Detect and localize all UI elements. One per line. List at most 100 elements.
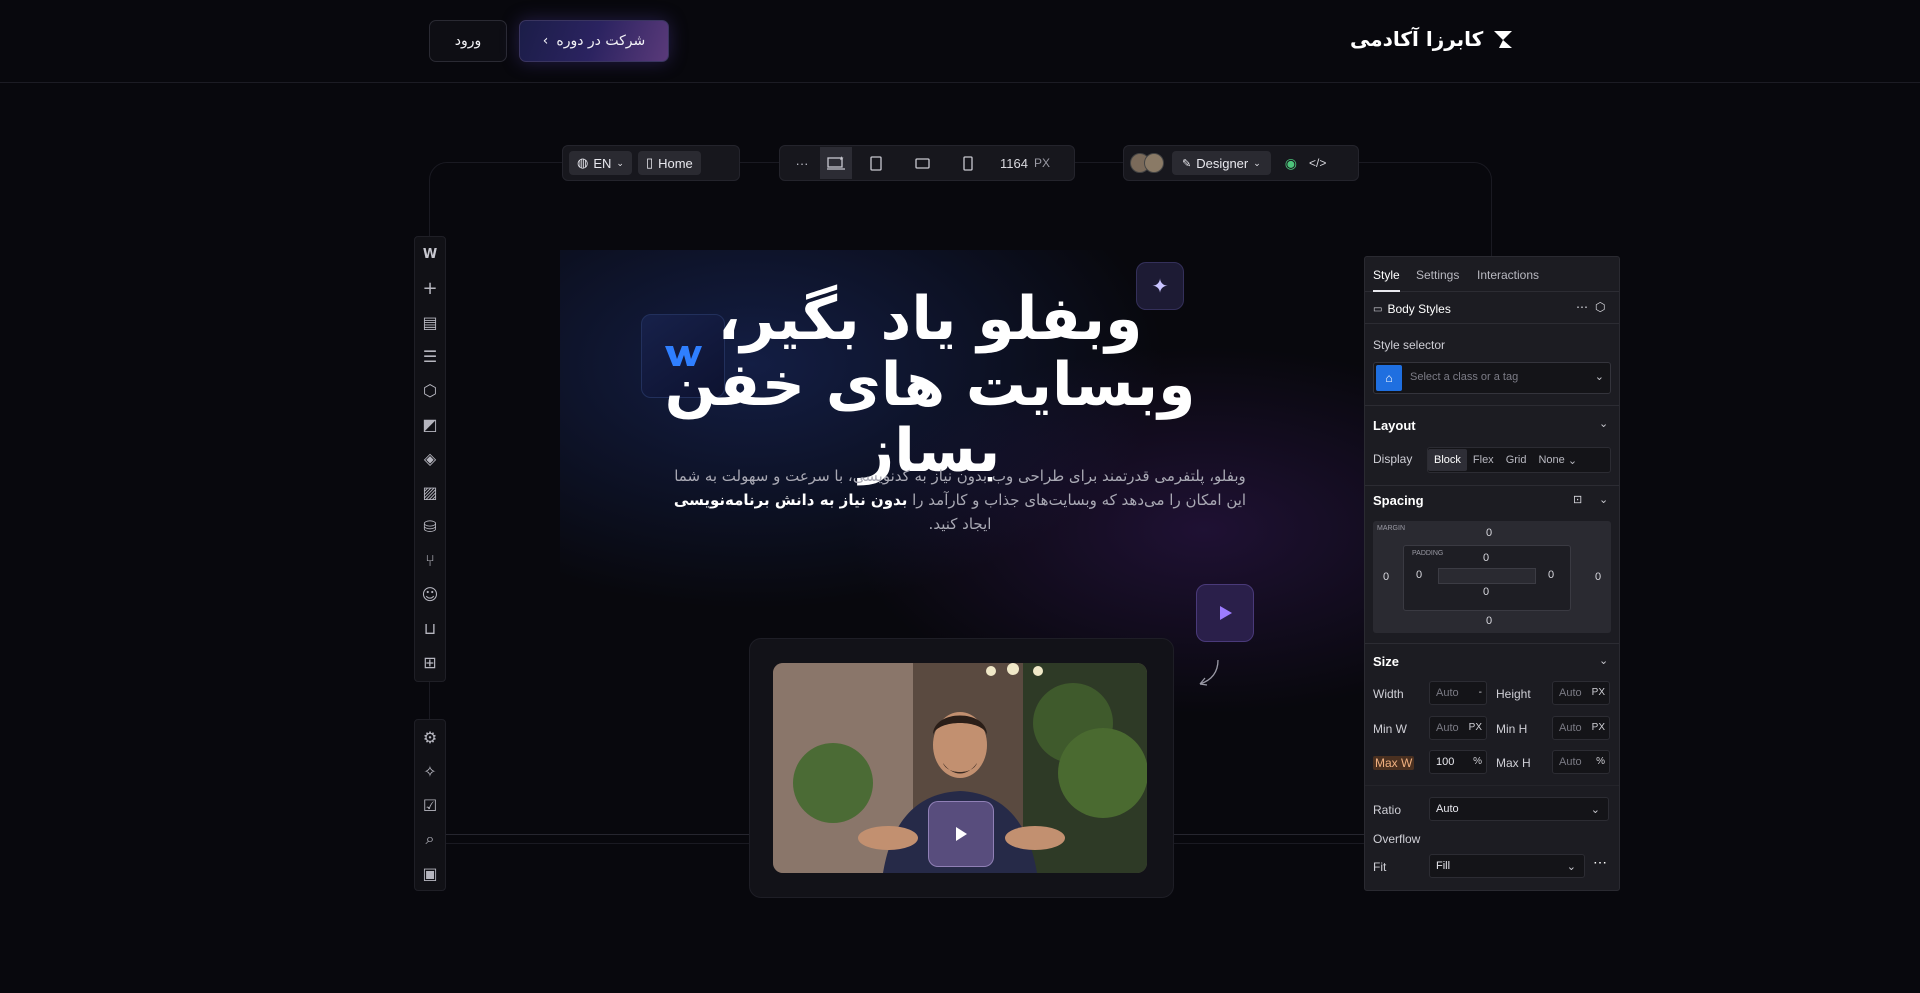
more-options-icon[interactable]: ⋯: [1593, 854, 1607, 871]
tasks-icon[interactable]: ☑: [415, 788, 445, 822]
body-styles-row[interactable]: ▭ Body Styles: [1373, 302, 1451, 316]
left-toolbar: W + ▤ ☰ ⬡ ◩ ◈ ▨ ⛁ ⑂ ☺ ⊔ ⊞: [414, 236, 446, 682]
publish-check-icon[interactable]: ◉: [1285, 155, 1297, 172]
margin-left-value[interactable]: 0: [1383, 571, 1389, 583]
max-width-value: 100: [1436, 756, 1455, 768]
ratio-select[interactable]: Auto ⌄: [1429, 797, 1609, 821]
max-height-unit[interactable]: %: [1596, 756, 1605, 767]
max-width-input[interactable]: 100%: [1429, 750, 1487, 774]
video-help-icon[interactable]: ▣: [415, 856, 445, 890]
min-width-label: Min W: [1373, 722, 1407, 736]
min-width-input[interactable]: Auto PX: [1429, 716, 1487, 740]
size-section-title[interactable]: Size: [1373, 654, 1399, 669]
margin-right-value[interactable]: 0: [1595, 571, 1601, 583]
width-unit[interactable]: -: [1479, 687, 1482, 698]
style-panel: Style Settings Interactions ▭ Body Style…: [1364, 256, 1620, 891]
components-icon[interactable]: ⬡: [415, 373, 445, 407]
settings-icon[interactable]: ⚙: [415, 720, 445, 754]
chevron-down-icon[interactable]: ⌄: [1599, 417, 1608, 430]
layout-section-title[interactable]: Layout: [1373, 418, 1416, 433]
hero-desc-part-2: ایجاد کنید.: [928, 515, 992, 533]
chevron-down-icon: ⌄: [1567, 454, 1578, 467]
tab-interactions[interactable]: Interactions: [1477, 268, 1539, 282]
add-icon[interactable]: +: [415, 271, 445, 305]
display-none-option[interactable]: None ⌄: [1532, 449, 1583, 471]
cms-icon[interactable]: ⛁: [415, 509, 445, 543]
width-label: Width: [1373, 687, 1404, 701]
hero-title: وبفلو یاد بگیر، وبسایت های خفن بساز: [600, 286, 1260, 484]
max-height-input[interactable]: Auto%: [1552, 750, 1610, 774]
mode-selector[interactable]: ✎ Designer ⌄: [1172, 151, 1271, 175]
display-grid-option[interactable]: Grid: [1500, 449, 1533, 471]
mobile-landscape-icon[interactable]: [900, 147, 944, 179]
page-label: Home: [658, 155, 693, 171]
ecommerce-icon[interactable]: ⊔: [415, 611, 445, 645]
min-height-unit[interactable]: PX: [1592, 722, 1605, 733]
assets-icon[interactable]: ▨: [415, 475, 445, 509]
spacing-preset-icon[interactable]: ⊡: [1573, 493, 1582, 506]
chevron-down-icon: ⌄: [1594, 371, 1604, 383]
body-icon: ▭: [1373, 303, 1383, 315]
navigator-icon[interactable]: ☰: [415, 339, 445, 373]
audit-icon[interactable]: ✧: [415, 754, 445, 788]
code-icon[interactable]: </>: [1309, 156, 1326, 170]
max-width-unit[interactable]: %: [1473, 756, 1482, 767]
desktop-breakpoint-icon[interactable]: [820, 147, 852, 179]
ratio-label: Ratio: [1373, 803, 1402, 817]
height-input[interactable]: Auto PX: [1552, 681, 1610, 705]
pages-icon[interactable]: ▤: [415, 305, 445, 339]
style-manager-icon[interactable]: ◩: [415, 407, 445, 441]
play-icon: [956, 827, 967, 841]
fit-select[interactable]: Fill ⌄: [1429, 854, 1585, 878]
users-icon[interactable]: ☺: [415, 577, 445, 611]
display-flex-option[interactable]: Flex: [1467, 449, 1500, 471]
mobile-portrait-icon[interactable]: [946, 147, 990, 179]
login-button[interactable]: ورود: [429, 20, 507, 62]
variables-icon[interactable]: ◈: [415, 441, 445, 475]
language-selector[interactable]: ◍ EN ⌄: [569, 151, 632, 175]
margin-top-value[interactable]: 0: [1486, 527, 1492, 539]
chevron-down-icon: ⌄: [1566, 861, 1576, 873]
min-height-input[interactable]: Auto PX: [1552, 716, 1610, 740]
webflow-logo-icon[interactable]: W: [415, 237, 445, 271]
padding-top-value[interactable]: 0: [1483, 552, 1489, 564]
padding-bottom-value[interactable]: 0: [1483, 586, 1489, 598]
video-play-button[interactable]: [928, 801, 994, 867]
chevron-down-icon[interactable]: ⌄: [1599, 493, 1608, 506]
spacing-box: MARGIN 0 0 0 0 PADDING 0 0 0 0: [1373, 521, 1611, 633]
style-scope-icon[interactable]: ⬡: [1595, 300, 1605, 314]
ratio-value: Auto: [1436, 803, 1459, 815]
display-options: Block Flex Grid None ⌄: [1427, 447, 1611, 473]
tab-style[interactable]: Style: [1373, 268, 1400, 292]
locale-toolbar: ◍ EN ⌄ ▯ Home: [562, 145, 740, 181]
display-none-label: None: [1538, 454, 1565, 466]
width-input[interactable]: Auto -: [1429, 681, 1487, 705]
selector-tag-icon: ⌂: [1376, 365, 1402, 391]
tablet-breakpoint-icon[interactable]: [854, 147, 898, 179]
more-icon[interactable]: ···: [786, 147, 818, 179]
margin-bottom-value[interactable]: 0: [1486, 615, 1492, 627]
spacing-section-title[interactable]: Spacing: [1373, 493, 1424, 508]
search-icon[interactable]: ⌕: [415, 822, 445, 856]
style-selector-label: Style selector: [1373, 338, 1446, 352]
style-selector-input[interactable]: ⌂ Select a class or a tag ⌄: [1373, 362, 1611, 394]
padding-right-value[interactable]: 0: [1548, 569, 1554, 581]
collaborator-avatars[interactable]: [1130, 153, 1166, 173]
height-unit[interactable]: PX: [1592, 687, 1605, 698]
enroll-label: شرکت در دوره: [556, 33, 646, 49]
enroll-button[interactable]: ‹ شرکت در دوره: [519, 20, 669, 62]
padding-left-value[interactable]: 0: [1416, 569, 1422, 581]
arrow-doodle-icon: [1199, 659, 1219, 686]
min-width-unit[interactable]: PX: [1469, 722, 1482, 733]
more-options-icon[interactable]: ⋯: [1576, 300, 1588, 314]
chevron-left-icon: ‹: [542, 33, 549, 49]
brush-icon: ✎: [1182, 157, 1192, 170]
chevron-down-icon[interactable]: ⌄: [1599, 654, 1608, 667]
fit-value: Fill: [1436, 860, 1451, 872]
display-block-option[interactable]: Block: [1428, 449, 1467, 471]
brand-logo[interactable]: کابرزا آکادمی: [1350, 24, 1515, 54]
page-selector[interactable]: ▯ Home: [637, 151, 701, 175]
apps-icon[interactable]: ⊞: [415, 645, 445, 679]
tab-settings[interactable]: Settings: [1416, 268, 1459, 282]
logic-icon[interactable]: ⑂: [415, 543, 445, 577]
